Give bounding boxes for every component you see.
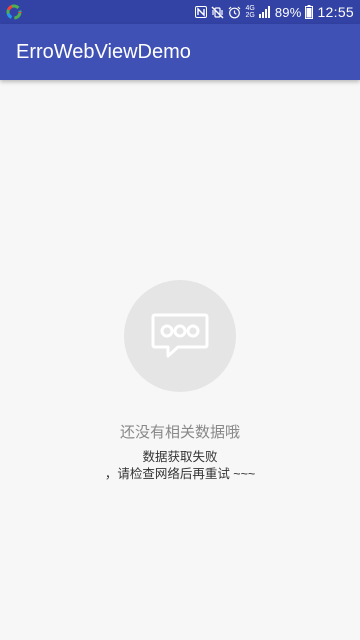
status-bar: 4G 2G 89% 12:55 <box>0 0 360 24</box>
battery-icon <box>305 0 314 24</box>
empty-state-circle <box>124 280 236 392</box>
status-icons: 4G 2G 89% 12:55 <box>195 0 354 24</box>
chat-bubble-icon <box>151 313 209 358</box>
signal-icon <box>258 0 271 24</box>
clock: 12:55 <box>317 4 354 20</box>
alarm-icon <box>228 0 241 24</box>
empty-state-title: 还没有相关数据哦 <box>119 424 240 441</box>
network-bottom-label: 2G <box>245 12 255 19</box>
vibrate-off-icon <box>211 0 224 24</box>
main-content: 还没有相关数据哦 数据获取失败 ，请检查网络后再重试 ~~~ <box>0 80 360 640</box>
error-message: 数据获取失败 ，请检查网络后再重试 ~~~ <box>104 450 256 481</box>
nfc-icon <box>195 0 208 24</box>
network-type: 4G 2G <box>245 0 254 24</box>
battery-percentage: 89% <box>274 4 302 20</box>
app-title: ErroWebViewDemo <box>16 41 191 63</box>
app-notification-icon <box>6 4 22 20</box>
app-bar: ErroWebViewDemo <box>0 24 360 80</box>
network-top-label: 4G <box>245 5 255 12</box>
